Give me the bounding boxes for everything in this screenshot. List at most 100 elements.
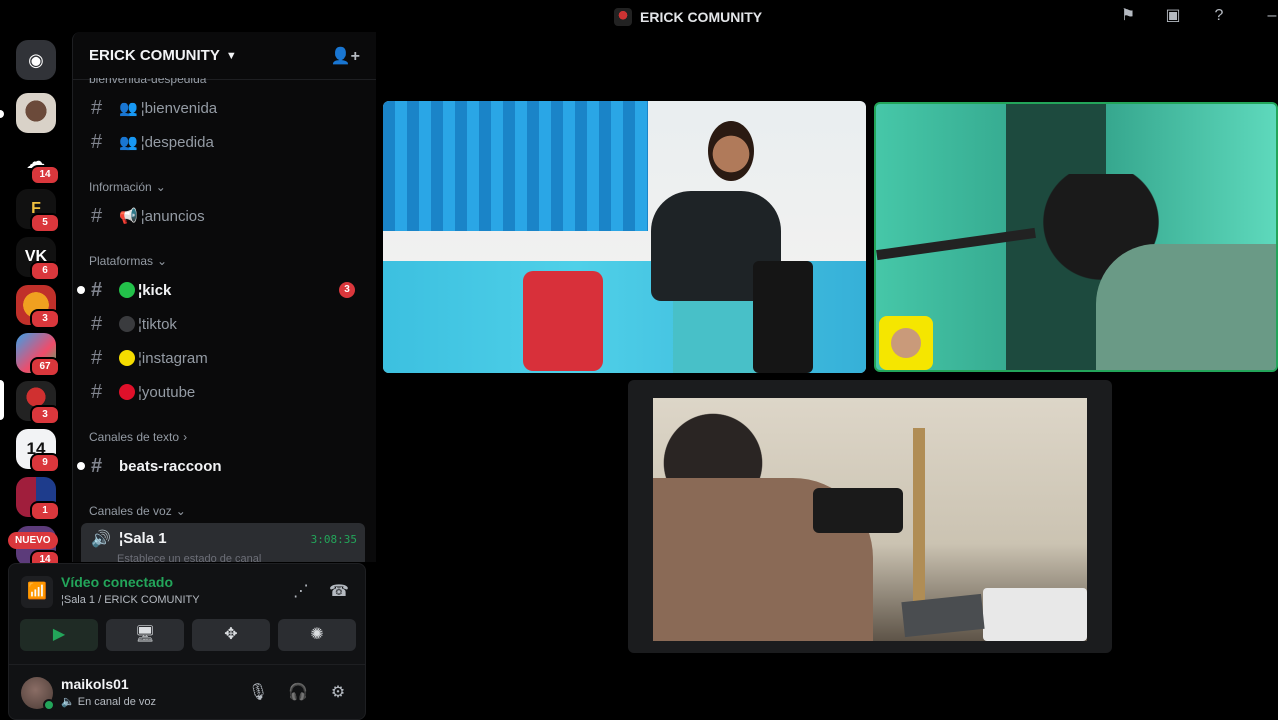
hash-icon: # bbox=[91, 130, 103, 153]
guild-name: ERICK COMUNITY bbox=[89, 47, 220, 64]
camera-icon: ▶ bbox=[52, 626, 66, 643]
disconnect-icon[interactable]: ☎ bbox=[327, 580, 351, 604]
soundboard-icon: ✺ bbox=[310, 626, 324, 643]
channel-kick[interactable]: # ¦kick 3 bbox=[77, 274, 371, 306]
invite-icon[interactable]: 👤+ bbox=[331, 46, 360, 66]
people-icon: 👥 bbox=[119, 100, 138, 117]
channel-instagram[interactable]: # ¦instagram bbox=[81, 342, 371, 374]
signal-icon[interactable]: 📶 bbox=[21, 576, 53, 608]
server-icon[interactable]: 67 bbox=[16, 333, 60, 377]
user-status: 🔈 En canal de voz bbox=[61, 695, 156, 708]
red-circle-icon bbox=[119, 384, 135, 400]
category-canales-texto[interactable]: Canales de texto › bbox=[89, 430, 187, 444]
keyboard-image bbox=[983, 588, 1087, 641]
mention-badge: 67 bbox=[30, 357, 60, 377]
snapcode-image bbox=[879, 316, 933, 370]
voice-status-subtitle[interactable]: ¦Sala 1 / ERICK COMUNITY bbox=[61, 594, 200, 606]
server-icon[interactable]: 14 9 bbox=[16, 429, 60, 473]
soundboard-button[interactable]: ✺ bbox=[278, 619, 356, 651]
channel-youtube[interactable]: # ¦youtube bbox=[81, 376, 371, 408]
hash-icon: # bbox=[91, 96, 103, 119]
unread-indicator bbox=[77, 286, 85, 294]
screen-share-button[interactable]: 🖥 bbox=[106, 619, 184, 651]
hash-icon: # bbox=[91, 346, 103, 369]
window-title: ERICK COMUNITY bbox=[614, 8, 762, 26]
hash-icon: # bbox=[91, 204, 103, 227]
server-icon[interactable]: 3 bbox=[16, 381, 60, 425]
mention-badge: 3 bbox=[339, 282, 355, 298]
server-icon[interactable]: F 5 bbox=[16, 189, 60, 233]
channel-status[interactable]: Establece un estado de canal bbox=[117, 553, 261, 562]
guild-header[interactable]: ERICK COMUNITY ▼ 👤+ bbox=[73, 32, 376, 80]
curtain-image bbox=[383, 101, 648, 231]
stick-image bbox=[913, 428, 925, 608]
server-icon[interactable]: VK 6 bbox=[16, 237, 60, 281]
mention-badge: 6 bbox=[30, 261, 60, 281]
noise-suppression-icon[interactable]: ⋰ bbox=[289, 580, 313, 604]
category-informacion[interactable]: Información ⌄ bbox=[89, 180, 166, 194]
channel-tiktok[interactable]: # ¦tiktok bbox=[81, 308, 371, 340]
channel-label: beats-raccoon bbox=[119, 457, 222, 475]
person-head-image bbox=[708, 121, 754, 181]
chevron-right-icon: › bbox=[183, 430, 188, 444]
channel-label: ¦anuncios bbox=[140, 207, 205, 225]
hash-icon: # bbox=[91, 278, 103, 301]
username[interactable]: maikols01 bbox=[61, 676, 129, 692]
chevron-down-icon: ⌄ bbox=[155, 180, 166, 194]
black-circle-icon bbox=[119, 316, 135, 332]
person-image bbox=[1096, 244, 1276, 370]
video-stage bbox=[376, 32, 1278, 720]
hash-icon: # bbox=[91, 454, 103, 477]
screen-share-icon: 🖥 bbox=[134, 626, 156, 643]
server-icon[interactable]: 1 bbox=[16, 477, 60, 521]
channel-beats-raccoon[interactable]: # beats-raccoon bbox=[77, 450, 371, 482]
category-plataformas[interactable]: Plataformas ⌄ bbox=[89, 254, 167, 268]
channel-bienvenida[interactable]: # 👥 ¦bienvenida bbox=[81, 92, 371, 124]
unread-indicator bbox=[0, 110, 4, 118]
video-tile[interactable] bbox=[383, 101, 866, 373]
chevron-down-icon: ⌄ bbox=[157, 254, 168, 268]
blanket-image bbox=[523, 271, 603, 371]
new-label: NUEVO bbox=[8, 532, 58, 549]
voice-status-icon: 🔈 bbox=[61, 696, 75, 708]
activities-button[interactable]: ✥ bbox=[192, 619, 270, 651]
channel-label: ¦bienvenida bbox=[140, 99, 218, 117]
channel-anuncios[interactable]: # 📢 ¦anuncios bbox=[81, 200, 371, 232]
channel-label: ¦tiktok bbox=[138, 315, 177, 333]
settings-gear-icon[interactable]: ⚙ bbox=[326, 681, 350, 705]
video-tile-speaking[interactable] bbox=[874, 102, 1278, 372]
chevron-down-icon: ▼ bbox=[225, 49, 237, 62]
voice-status-title[interactable]: Vídeo conectado bbox=[61, 574, 173, 590]
channel-label: ¦instagram bbox=[138, 349, 208, 367]
chevron-down-icon: ⌄ bbox=[175, 504, 186, 518]
server-icon[interactable]: 3 bbox=[16, 285, 60, 329]
activities-icon: ✥ bbox=[224, 626, 238, 643]
video-feed bbox=[653, 398, 1087, 641]
inbox-icon[interactable]: ▣ bbox=[1163, 6, 1183, 26]
category-canales-voz[interactable]: Canales de voz ⌄ bbox=[89, 504, 186, 518]
channel-despedida[interactable]: # 👥 ¦despedida bbox=[81, 126, 371, 158]
server-icon[interactable] bbox=[16, 93, 56, 133]
megaphone-icon: 📢 bbox=[119, 208, 138, 225]
user-panel: maikols01 🔈 En canal de voz 🎙 🎧 ⚙ bbox=[9, 664, 365, 720]
mention-badge: 5 bbox=[30, 213, 60, 233]
mention-badge: 14 bbox=[30, 165, 60, 185]
channel-label: ¦youtube bbox=[138, 383, 196, 401]
help-icon[interactable]: ? bbox=[1209, 6, 1229, 26]
flag-icon[interactable]: ⚑ bbox=[1118, 6, 1138, 26]
mention-badge: 9 bbox=[30, 453, 60, 473]
channel-label: ¦despedida bbox=[140, 133, 214, 151]
webcam-image bbox=[813, 488, 903, 533]
voice-channel-label: ¦Sala 1 bbox=[119, 530, 167, 547]
microphone-icon[interactable]: 🎙 bbox=[246, 681, 270, 705]
camera-button[interactable]: ▶ bbox=[20, 619, 98, 651]
window-title-text: ERICK COMUNITY bbox=[640, 9, 763, 25]
voice-channel-sala-1[interactable]: 🔊 ¦Sala 1 3:08:35 Establece un estado de… bbox=[81, 523, 365, 562]
headphones-icon[interactable]: 🎧 bbox=[286, 681, 310, 705]
channel-label: ¦kick bbox=[138, 281, 172, 299]
home-button[interactable]: ◉ bbox=[16, 40, 56, 80]
server-icon[interactable]: ☁ 14 bbox=[16, 141, 60, 185]
avatar[interactable] bbox=[21, 677, 55, 711]
video-tile[interactable] bbox=[628, 380, 1112, 653]
minimize-icon[interactable]: – bbox=[1262, 6, 1278, 26]
